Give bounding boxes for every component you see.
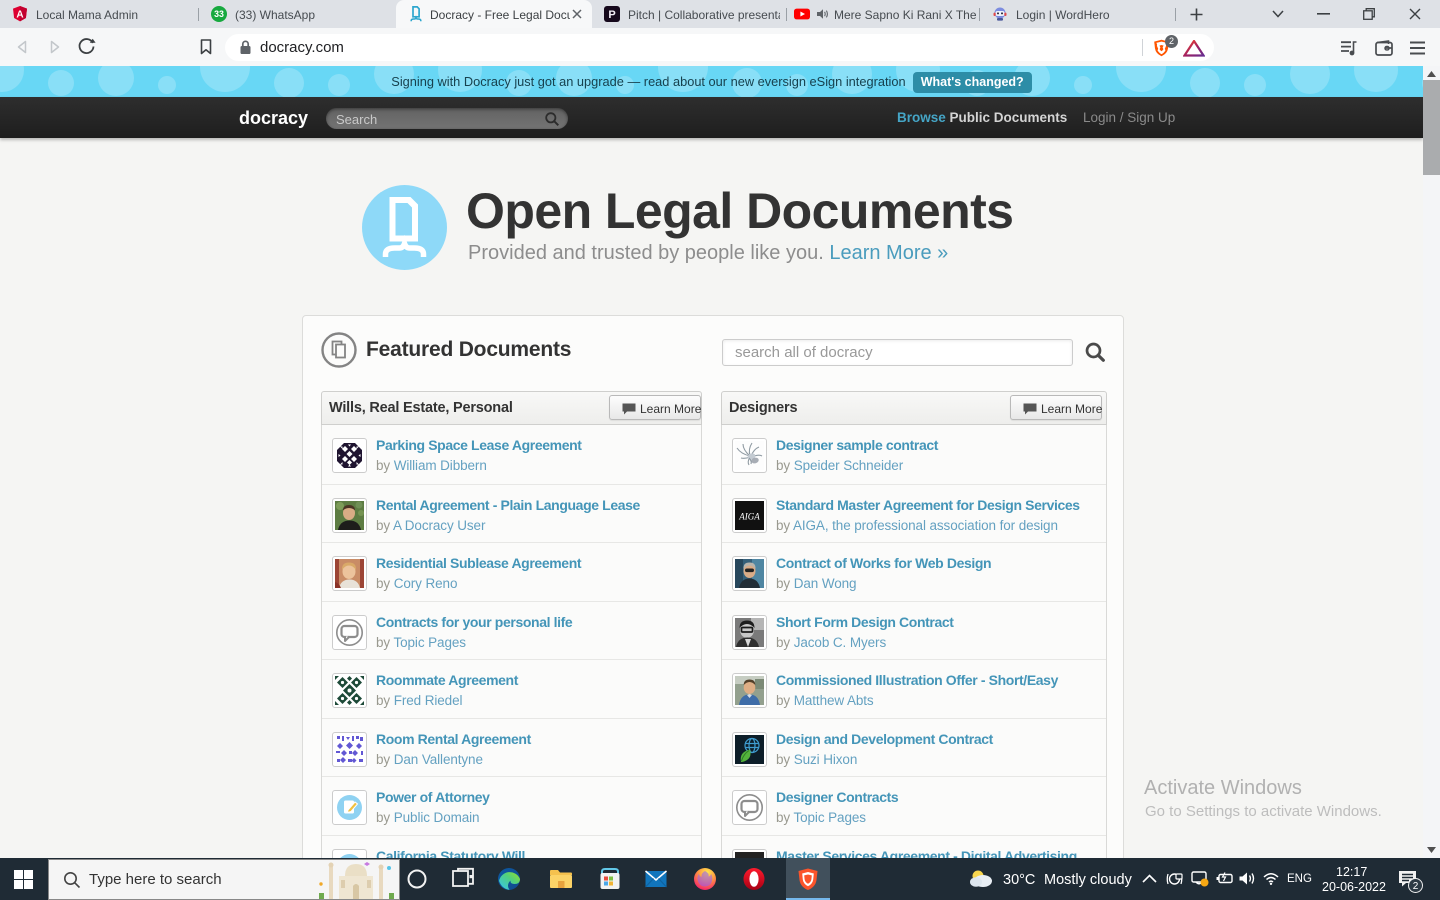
svg-text:33: 33 — [214, 9, 224, 19]
svg-text:P: P — [608, 9, 615, 21]
svg-text:AIGA: AIGA — [738, 511, 760, 521]
svg-text:A: A — [16, 10, 23, 21]
